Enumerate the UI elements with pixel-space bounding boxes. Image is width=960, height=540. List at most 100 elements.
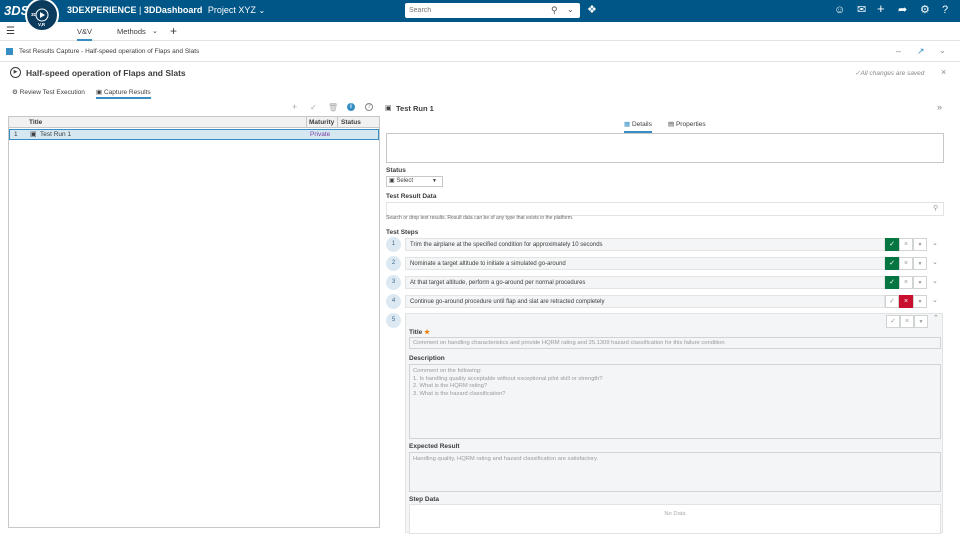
- test-run-icon: ▣: [30, 131, 37, 138]
- expand-step-icon[interactable]: ⌄: [932, 296, 938, 304]
- tab-details[interactable]: ▦ Details: [624, 120, 652, 133]
- share-icon[interactable]: ✉: [857, 4, 866, 16]
- expand-step-icon[interactable]: ⌄: [932, 258, 938, 266]
- column-maturity[interactable]: Maturity: [309, 119, 334, 126]
- project-name[interactable]: Project XYZ: [208, 5, 256, 15]
- add-tab-icon[interactable]: +: [170, 24, 177, 38]
- row-index: 1: [14, 131, 18, 138]
- fail-button[interactable]: ×: [899, 257, 913, 270]
- expand-step-icon[interactable]: ⌄: [932, 239, 938, 247]
- divider: [337, 117, 338, 128]
- expand-icon[interactable]: »: [937, 102, 942, 112]
- step-text[interactable]: Trim the airplane at the specified condi…: [405, 238, 885, 251]
- tab-methods[interactable]: Methods: [117, 27, 146, 36]
- chevron-down-icon[interactable]: ⌄: [258, 6, 265, 15]
- more-dropdown[interactable]: ▼: [913, 238, 927, 251]
- details-panel: ▣ Test Run 1 » ▦ Details ▤ Properties St…: [385, 101, 950, 534]
- tab-review-test-execution[interactable]: ⚙ Review Test Execution: [12, 88, 85, 96]
- tools-icon[interactable]: ⚙: [920, 4, 930, 16]
- pass-button[interactable]: ✓: [886, 315, 900, 328]
- expand-step-icon[interactable]: ⌄: [932, 277, 938, 285]
- test-step: 3 At that target altitude, perform a go-…: [385, 275, 945, 290]
- column-title[interactable]: Title: [29, 119, 42, 126]
- collapse-icon[interactable]: ↗: [917, 46, 925, 57]
- pass-button[interactable]: ✓: [885, 276, 899, 289]
- tab-vv[interactable]: V&V: [77, 27, 93, 41]
- tab-capture-results[interactable]: ▣ Capture Results: [96, 88, 151, 99]
- pass-button[interactable]: ✓: [885, 238, 899, 251]
- result-data-input[interactable]: ⚲: [386, 202, 944, 216]
- info-icon[interactable]: i: [347, 103, 355, 111]
- description-field[interactable]: Comment on the following: 1. Is handling…: [409, 364, 941, 439]
- calendar-icon: ▦: [624, 121, 631, 128]
- top-bar: 3DS 3D V,R 3DEXPERIENCE | 3DDashboard Pr…: [0, 0, 960, 32]
- test-run-icon: ▣: [385, 105, 392, 112]
- fail-button[interactable]: ×: [900, 315, 914, 328]
- result-data-label: Test Result Data: [386, 193, 437, 200]
- tab-review-label: Review Test Execution: [19, 89, 85, 96]
- saved-status: ✓All changes are saved: [855, 70, 925, 77]
- expected-result-field[interactable]: Handling quality, HQRM rating and hazard…: [409, 452, 941, 492]
- column-status[interactable]: Status: [341, 119, 361, 126]
- divider: [306, 117, 307, 128]
- add-icon[interactable]: +: [877, 2, 885, 15]
- more-dropdown[interactable]: ▼: [913, 295, 927, 308]
- more-dropdown[interactable]: ▼: [913, 276, 927, 289]
- collapse-step-icon[interactable]: ⌃: [933, 314, 939, 322]
- grid-header: Title Maturity Status: [9, 117, 379, 128]
- step-text[interactable]: Continue go-around procedure until flap …: [405, 295, 885, 308]
- row-title[interactable]: Test Run 1: [40, 131, 71, 138]
- user-icon[interactable]: ☺: [834, 4, 845, 16]
- chevron-down-icon[interactable]: ⌄: [567, 5, 574, 14]
- add-icon[interactable]: +: [292, 102, 297, 112]
- fail-button[interactable]: ×: [899, 276, 913, 289]
- step-number: 1: [386, 237, 401, 252]
- status-select[interactable]: ▣ Select ▼: [386, 176, 443, 187]
- minimize-icon[interactable]: –: [896, 46, 901, 56]
- row-maturity[interactable]: Private: [310, 131, 330, 138]
- panel-title: Test Run 1: [396, 104, 434, 113]
- pass-button[interactable]: ✓: [885, 257, 899, 270]
- fail-button[interactable]: ×: [899, 295, 913, 308]
- page-title: Half-speed operation of Flaps and Slats: [26, 68, 186, 78]
- help-icon[interactable]: ?: [942, 4, 948, 16]
- saved-status-text: All changes are saved: [860, 70, 925, 77]
- pass-button[interactable]: ✓: [885, 295, 899, 308]
- search-icon[interactable]: ⚲: [551, 5, 558, 16]
- menu-icon[interactable]: ☰: [6, 26, 15, 37]
- description-line: 1. Is handling quality acceptable withou…: [413, 375, 603, 382]
- close-icon[interactable]: ×: [941, 67, 946, 77]
- search-icon[interactable]: ⚲: [933, 204, 938, 212]
- compass-widget[interactable]: 3D V,R: [25, 0, 59, 32]
- help-icon[interactable]: ?: [365, 103, 373, 111]
- table-row[interactable]: 1 ▣ Test Run 1 Private: [9, 129, 379, 140]
- step-number: 4: [386, 294, 401, 309]
- expected-result-label: Expected Result: [409, 443, 460, 450]
- step-number: 5: [386, 313, 401, 328]
- delete-icon[interactable]: 🗑: [328, 103, 338, 112]
- description-label: Description: [409, 355, 445, 362]
- app-name: 3DDashboard: [143, 5, 203, 15]
- chevron-down-icon[interactable]: ⌄: [939, 46, 946, 55]
- step-title-label: Title ★: [409, 328, 430, 336]
- chevron-down-icon[interactable]: ⌄: [152, 27, 158, 35]
- comment-textarea[interactable]: [386, 133, 944, 163]
- fail-button[interactable]: ×: [899, 238, 913, 251]
- tag-icon[interactable]: ❖: [587, 4, 597, 16]
- tab-properties-label: Properties: [675, 121, 706, 128]
- step-text[interactable]: Nominate a target altitude to initiate a…: [405, 257, 885, 270]
- check-icon[interactable]: ✓: [310, 103, 317, 112]
- step-title-field[interactable]: Comment on handling characteristics and …: [409, 337, 941, 349]
- step-text[interactable]: At that target altitude, perform a go-ar…: [405, 276, 885, 289]
- more-dropdown[interactable]: ▼: [913, 257, 927, 270]
- step-number: 3: [386, 275, 401, 290]
- play-icon: ▶: [10, 67, 21, 78]
- required-star-icon: ★: [424, 329, 430, 336]
- more-dropdown[interactable]: ▼: [914, 315, 928, 328]
- forward-icon[interactable]: ➦: [898, 4, 907, 16]
- description-line: 2. What is the HQRM rating?: [413, 383, 488, 389]
- tab-properties[interactable]: ▤ Properties: [668, 120, 706, 128]
- search-input[interactable]: [409, 4, 549, 17]
- result-data-hint: Search or drop test results. Result data…: [386, 215, 574, 221]
- tab-details-label: Details: [631, 121, 652, 128]
